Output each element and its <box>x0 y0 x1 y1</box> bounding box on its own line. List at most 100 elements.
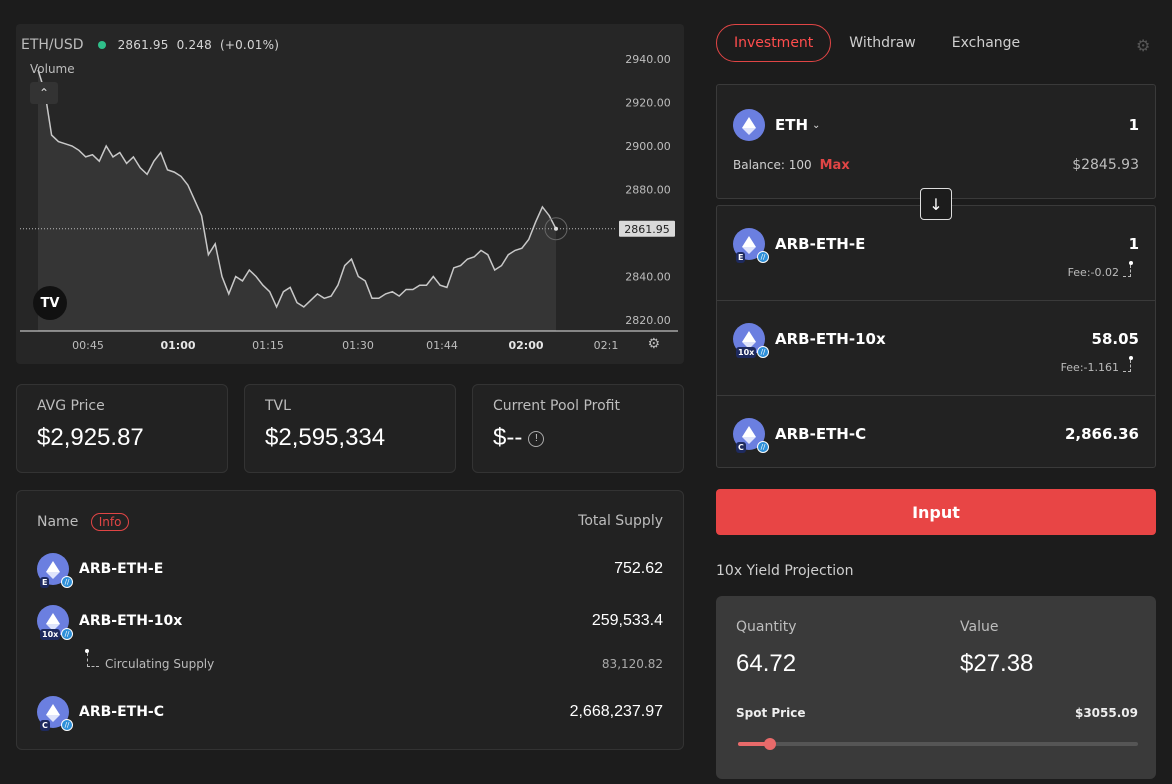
tab-exchange[interactable]: Exchange <box>934 24 1038 62</box>
arb-eth-c-token-icon: C// <box>733 418 769 453</box>
price-value: 2861.95 <box>117 38 169 52</box>
from-usd-value: $2845.93 <box>1072 157 1139 173</box>
from-token-row: ETH ⌄ 1 <box>733 109 1139 141</box>
output-symbol: ARB-ETH-C <box>775 425 867 443</box>
x-tick-label: 01:44 <box>426 339 458 352</box>
fee-text: Fee:-1.161 <box>1060 361 1119 374</box>
max-button[interactable]: Max <box>820 158 850 173</box>
current-price-tag-label: 2861.95 <box>624 223 670 236</box>
x-tick-label: 01:30 <box>342 339 374 352</box>
output-tokens-box: E// ARB-ETH-E 1 Fee:-0.02 10x// ARB-ETH-… <box>716 205 1156 468</box>
gear-icon: ⚙ <box>647 336 660 352</box>
stat-value: $2,925.87 <box>37 424 144 451</box>
arb-eth-10x-token-icon: 10x// <box>37 605 73 640</box>
stat-value: $-- <box>493 424 523 451</box>
x-tick-label: 01:15 <box>252 339 284 352</box>
quantity-label: Quantity <box>736 619 797 635</box>
live-status-icon <box>97 41 106 49</box>
arb-eth-e-token-icon: E// <box>37 553 73 588</box>
table-row: E// ARB-ETH-E 752.62 <box>37 553 663 588</box>
x-tick-label: 02:00 <box>508 339 543 352</box>
from-amount-input[interactable]: 1 <box>1129 116 1139 134</box>
chevron-up-icon: ⌃ <box>38 86 50 100</box>
stat-tvl: TVL $2,595,334 <box>244 384 456 473</box>
output-fee: Fee:-0.02 <box>1068 261 1133 279</box>
chevron-down-icon[interactable]: ⌄ <box>812 120 820 131</box>
token-supply: 259,533.4 <box>591 612 663 629</box>
eth-token-icon <box>733 109 765 141</box>
price-change-pct: (+0.01%) <box>219 38 280 52</box>
y-tick-label: 2840.00 <box>625 271 671 284</box>
tradingview-logo[interactable]: TV <box>33 286 67 320</box>
y-tick-label: 2900.00 <box>625 140 671 153</box>
slider-thumb[interactable] <box>764 738 776 750</box>
settings-gear-icon[interactable]: ⚙ <box>1136 36 1154 55</box>
x-tick-label: 02:1 <box>594 339 619 352</box>
token-supply: 752.62 <box>614 560 663 577</box>
supply-header: Total Supply <box>578 513 663 529</box>
quantity-value: 64.72 <box>736 650 797 677</box>
price-chart-panel: 2940.00 2920.00 2900.00 2880.00 2840.00 2820.… <box>16 24 684 364</box>
stat-label: AVG Price <box>37 398 105 414</box>
output-item: 10x// ARB-ETH-10x 58.05 Fee:-1.161 <box>717 301 1155 396</box>
arb-eth-c-token-icon: C// <box>37 696 73 731</box>
chart-settings-button[interactable]: ⚙ <box>647 336 660 352</box>
stat-value: $2,595,334 <box>265 424 386 451</box>
name-header-label: Name <box>37 514 79 530</box>
value-value: $27.38 <box>960 650 1034 677</box>
stat-avg-price: AVG Price $2,925.87 <box>16 384 228 473</box>
output-amount: 2,866.36 <box>1064 425 1139 443</box>
y-tick-label: 2940.00 <box>625 53 671 66</box>
info-icon[interactable]: ! <box>528 430 545 447</box>
action-tabs: Investment Withdraw Exchange <box>716 24 1038 62</box>
price-chart[interactable]: 2940.00 2920.00 2900.00 2880.00 2840.00 2820.… <box>16 24 684 364</box>
tab-withdraw[interactable]: Withdraw <box>831 24 933 62</box>
circulating-supply-label: Circulating Supply <box>105 657 215 671</box>
from-token-symbol[interactable]: ETH <box>775 116 808 134</box>
yield-projection-title: 10x Yield Projection <box>716 563 854 579</box>
tree-connector-icon <box>85 649 99 667</box>
stat-label: Current Pool Profit <box>493 398 620 414</box>
circulating-supply-row: Circulating Supply 83,120.82 <box>85 649 663 671</box>
y-tick-label: 2920.00 <box>625 97 671 110</box>
pair-label: ETH/USD <box>21 37 84 53</box>
volume-label: Volume <box>30 62 75 76</box>
spot-price-value: $3055.09 <box>1074 706 1138 720</box>
info-badge[interactable]: Info <box>90 513 130 531</box>
tree-connector-icon <box>1123 261 1133 277</box>
token-name: ARB-ETH-10x <box>79 613 183 629</box>
stat-value-wrap: $--! <box>493 424 663 452</box>
collapse-button[interactable]: ⌃ <box>30 82 58 104</box>
price-area <box>38 69 556 332</box>
circulating-supply-value: 83,120.82 <box>601 657 663 671</box>
output-item: E// ARB-ETH-E 1 Fee:-0.02 <box>717 206 1155 301</box>
input-button[interactable]: Input <box>716 489 1156 535</box>
from-token-box: ETH ⌄ 1 Balance: 100 Max $2845.93 <box>716 84 1156 199</box>
arrow-down-icon: ↓ <box>929 194 943 214</box>
last-price-dot <box>554 226 558 231</box>
x-tick-label: 01:00 <box>160 339 195 352</box>
swap-direction-button[interactable]: ↓ <box>920 188 952 220</box>
tab-investment[interactable]: Investment <box>716 24 832 62</box>
stat-label: TVL <box>265 398 291 414</box>
spot-price-slider[interactable] <box>738 738 1138 750</box>
output-symbol: ARB-ETH-E <box>775 235 866 253</box>
chart-header: ETH/USD 2861.95 0.248 (+0.01%) <box>21 37 279 53</box>
arb-eth-10x-token-icon: 10x// <box>733 323 769 358</box>
yield-projection-panel: Quantity 64.72 Value $27.38 Spot Price $… <box>716 596 1156 779</box>
table-row: C// ARB-ETH-C 2,668,237.97 <box>37 696 663 731</box>
balance-row: Balance: 100 Max $2845.93 <box>733 157 1139 173</box>
output-item: C// ARB-ETH-C 2,866.36 <box>717 396 1155 468</box>
y-tick-label: 2820.00 <box>625 314 671 327</box>
y-tick-label: 2880.00 <box>625 184 671 197</box>
price-change: 0.248 <box>176 38 212 52</box>
name-header: Name Info <box>37 513 130 531</box>
output-amount: 1 <box>1128 235 1139 253</box>
token-supply: 2,668,237.97 <box>569 703 663 720</box>
output-fee: Fee:-1.161 <box>1060 356 1133 374</box>
token-name: ARB-ETH-C <box>79 704 165 720</box>
table-row: 10x// ARB-ETH-10x 259,533.4 <box>37 605 663 640</box>
arb-eth-e-token-icon: E// <box>733 228 769 263</box>
balance-label: Balance: 100 <box>733 158 812 172</box>
tree-connector-icon <box>1123 356 1133 372</box>
